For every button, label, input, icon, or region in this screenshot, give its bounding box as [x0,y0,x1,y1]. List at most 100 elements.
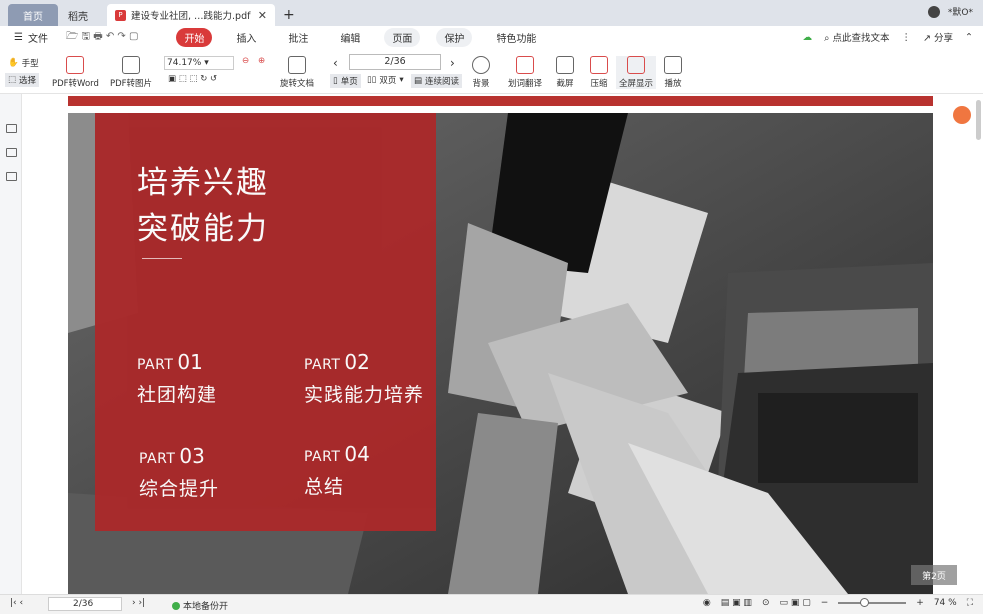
pdf-page: 培养兴趣 突破能力 PART 01 社团构建 PART 02 实践能力培养 PART 03… [68,113,933,594]
fullscreen-icon [627,56,645,74]
menu-bar: ☰ 文件 🗁 🖫 🖶 ↶ ↷ ▢ 开始 插入 批注 编辑 页面 保护 特色功能 … [0,26,983,48]
user-name[interactable]: *默O* [948,5,973,18]
part-title: 综合提升 [139,478,220,500]
fullscreen-button[interactable]: 全屏显示 [616,56,657,89]
pdf-to-image-label: PDF转图片 [110,79,153,89]
select-tool[interactable]: ⬚ 选择 [5,73,40,87]
menu-icon[interactable]: ☰ [14,32,23,43]
double-label: 双页 [379,76,397,86]
part-label: PART [137,357,174,373]
tab-daoke[interactable]: 稻壳 [60,4,105,26]
moon-icon [472,56,490,74]
zoom-select[interactable]: 74.17% ▾ [164,56,234,70]
new-tab-button[interactable]: + [275,4,303,26]
part-item: PART 04 总结 [304,442,370,499]
tab-annotate[interactable]: 批注 [280,28,316,47]
play-button[interactable]: 播放 [664,56,682,89]
fullscreen-label: 全屏显示 [619,79,654,89]
single-label: 单页 [340,77,358,87]
zoom-slider-handle[interactable] [860,598,870,607]
avatar[interactable] [927,5,940,18]
part-number: 03 [179,444,205,468]
status-page-input[interactable]: 2/36 [48,597,122,611]
part-item: PART 03 综合提升 [139,444,219,501]
annotation-icon[interactable] [6,172,17,181]
scrollbar[interactable] [976,100,981,140]
backup-label: 本地备份开 [183,602,229,612]
hand-tool[interactable]: ✋ 手型 [8,57,39,69]
left-sidebar [0,94,22,594]
compress-icon [590,56,608,74]
tab-edit[interactable]: 编辑 [332,28,368,47]
single-page-button[interactable]: ▯ 单页 [330,74,361,88]
view-mode-icons[interactable]: ▤ ▣ ▥ [721,598,752,608]
background-button[interactable]: 背景 [472,56,490,89]
tab-protect[interactable]: 保护 [436,27,473,47]
zoom-slider[interactable] [838,598,907,607]
assistant-icon[interactable] [953,106,971,124]
title-panel: 培养兴趣 突破能力 PART 01 社团构建 PART 02 实践能力培养 PART 03… [95,113,436,531]
tab-page[interactable]: 页面 [384,27,421,47]
first-page-icon[interactable]: |‹ ‹ [10,598,23,608]
tab-start[interactable]: 开始 [176,27,213,47]
compress-label: 压缩 [590,79,608,89]
play-icon [664,56,682,74]
zoom-out-button[interactable]: − [821,598,829,608]
page-input[interactable]: 2/36 [349,54,441,70]
divider [142,258,182,259]
prev-page-button[interactable]: ‹ [333,56,338,70]
zoom-in-button[interactable]: + [916,598,924,608]
pdf-to-word-icon [66,56,85,74]
previous-page-edge [68,96,933,106]
next-page-button[interactable]: › [450,56,455,70]
eye-icon[interactable]: ◉ [703,598,711,608]
screenshot-button[interactable]: 截屏 [556,56,574,89]
rotate-document-button[interactable]: 旋转文档 [280,56,314,89]
part-item: PART 01 社团构建 [137,350,217,407]
zoom-in-icon[interactable]: ⊕ [258,56,265,66]
last-page-icon[interactable]: › ›| [132,598,145,608]
pdf-to-image-button[interactable]: PDF转图片 [110,56,152,89]
translate-label: 划词翻译 [508,79,543,89]
search-box[interactable]: ⌕ 点此查找文本 [824,30,889,44]
thumbnail-icon[interactable] [6,148,17,157]
part-label: PART [304,449,341,465]
tab-features[interactable]: 特色功能 [488,28,544,47]
file-menu[interactable]: 文件 [28,30,48,45]
pdf-icon: P [115,9,126,21]
play-circle-icon[interactable]: ⊙ [762,598,770,608]
status-zoom-value: 74 % [933,598,957,608]
zoom-out-icon[interactable]: ⊖ [242,56,249,66]
backup-status[interactable]: 本地备份开 [172,599,228,612]
fullscreen-status-icon[interactable]: ⛶ [967,598,973,608]
continuous-read-button[interactable]: ▤ 连续阅读 [411,74,463,88]
outline-icon[interactable] [6,124,17,133]
more-icon[interactable]: ⋮ [902,32,912,43]
page-input-value: 2/36 [384,56,406,67]
view-icons[interactable]: ▣ ⬚ ⬚ ↻ ↺ [168,74,217,84]
daoke-label: 稻壳 [68,11,88,23]
pdf-to-word-button[interactable]: PDF转Word [52,56,99,89]
select-label: 选择 [19,76,37,86]
share-label: 分享 [934,33,954,44]
double-page-button[interactable]: ▯▯ 双页 ▾ [367,74,404,86]
part-number: 04 [344,442,370,466]
compress-button[interactable]: 压缩 [590,56,608,89]
close-icon[interactable]: ✕ [258,9,267,22]
part-number: 01 [177,350,203,374]
fit-icons[interactable]: ▭ ▣ ▢ [779,598,810,608]
cloud-icon[interactable]: ☁ [803,32,813,43]
translate-icon [516,56,534,74]
translate-button[interactable]: 划词翻译 [508,56,542,89]
status-page-value: 2/36 [73,599,94,609]
part-title: 总结 [304,476,345,498]
slide-title-line1: 培养兴趣 [137,165,269,201]
tab-document[interactable]: P 建设专业社团, …践能力.pdf ✕ [107,4,275,26]
tab-home[interactable]: 首页 [8,4,58,26]
tab-insert[interactable]: 插入 [228,28,264,47]
status-bar: |‹ ‹ 2/36 › ›| 本地备份开 ◉ ▤ ▣ ▥ ⊙ ▭ ▣ ▢ − +… [0,594,983,614]
part-label: PART [304,357,341,373]
document-tab-title: 建设专业社团, …践能力.pdf [131,11,251,22]
share-button[interactable]: ↗ 分享 [923,30,953,44]
chevron-up-icon[interactable]: ⌃ [965,32,973,43]
